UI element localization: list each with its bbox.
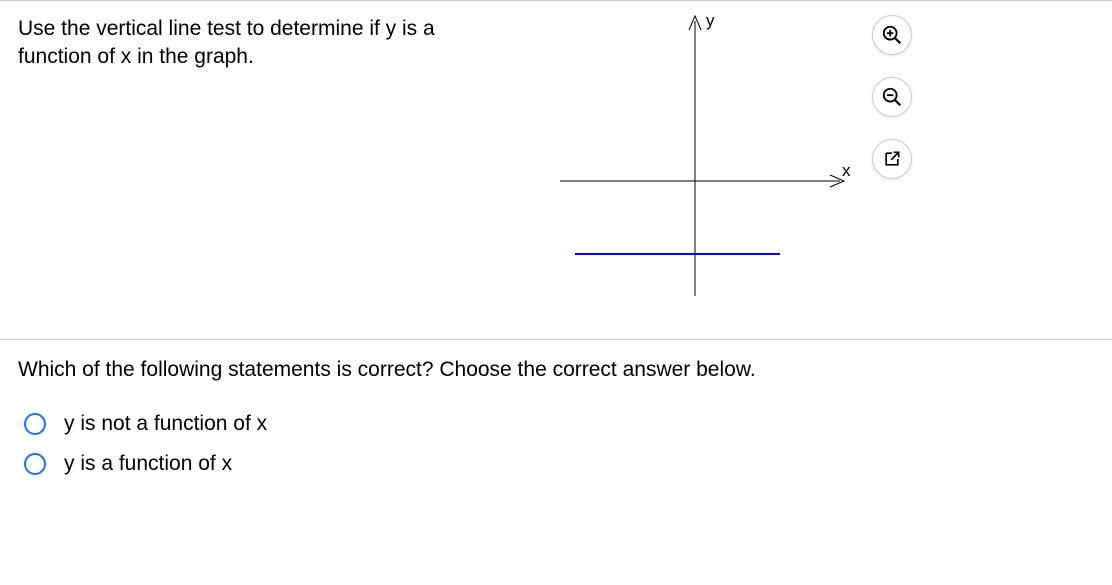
zoom-in-button[interactable]	[872, 15, 912, 55]
open-external-button[interactable]	[872, 139, 912, 179]
graph-tools	[872, 15, 912, 179]
answer-section: Which of the following statements is cor…	[0, 340, 1112, 476]
zoom-in-icon	[881, 24, 903, 46]
option-0-label: y is not a function of x	[64, 412, 267, 436]
zoom-out-button[interactable]	[872, 77, 912, 117]
open-external-icon	[882, 149, 902, 169]
zoom-out-icon	[881, 86, 903, 108]
option-1[interactable]: y is a function of x	[18, 452, 1094, 476]
graph-svg	[540, 6, 860, 306]
question-panel: Use the vertical line test to determine …	[0, 0, 1112, 340]
option-1-label: y is a function of x	[64, 452, 232, 476]
axis-label-x: x	[842, 161, 851, 181]
graph: y x	[540, 6, 860, 306]
answer-prompt: Which of the following statements is cor…	[18, 358, 1094, 382]
radio-option-0[interactable]	[24, 413, 46, 435]
axis-label-y: y	[706, 11, 715, 31]
question-text: Use the vertical line test to determine …	[18, 13, 478, 309]
radio-option-1[interactable]	[24, 453, 46, 475]
option-0[interactable]: y is not a function of x	[18, 412, 1094, 436]
